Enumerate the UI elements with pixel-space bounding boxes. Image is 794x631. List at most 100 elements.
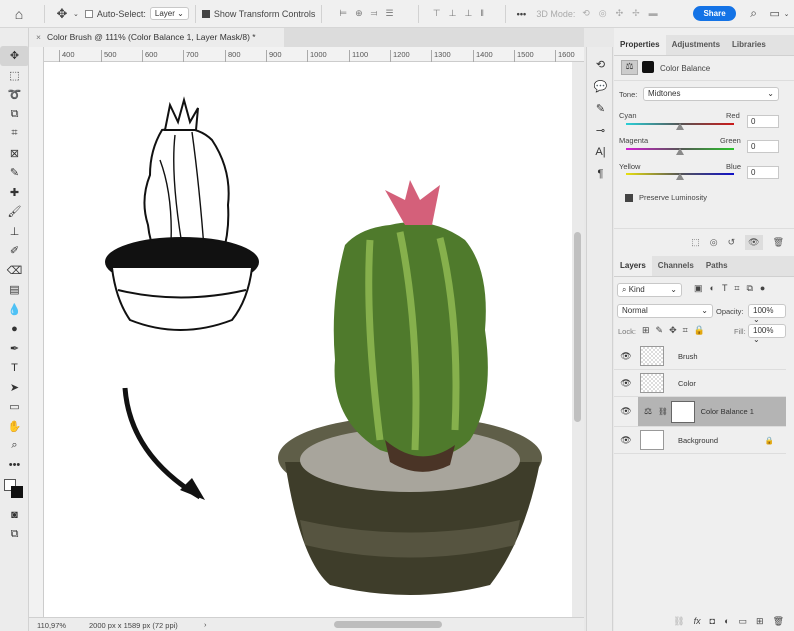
cyan-red-value[interactable]: 0 bbox=[747, 115, 779, 128]
tab-libraries[interactable]: Libraries bbox=[726, 35, 772, 55]
layer-mask-thumbnail[interactable] bbox=[670, 400, 695, 423]
lock-icons[interactable]: ⊞✎✥⌗🔒 bbox=[642, 325, 711, 336]
distribute-icons[interactable]: ⊤⊥⊥‖ bbox=[425, 4, 499, 24]
blur-tool-icon[interactable]: 💧 bbox=[0, 300, 29, 320]
color-balance-icon[interactable]: ⚖ bbox=[621, 60, 638, 75]
workspace-icon[interactable]: ▭ bbox=[766, 4, 784, 24]
tone-dropdown[interactable]: Midtones ⌄ bbox=[643, 87, 779, 101]
layer-row[interactable]: 👁 Background 🔒 bbox=[614, 427, 786, 454]
adjustment-icon[interactable]: ⊸ bbox=[587, 119, 614, 141]
document-tab[interactable]: × Color Brush @ 111% (Color Balance 1, La… bbox=[29, 28, 284, 47]
magenta-green-value[interactable]: 0 bbox=[747, 140, 779, 153]
type-tool-icon[interactable]: T bbox=[0, 358, 29, 378]
new-layer-icon[interactable]: ⊞ bbox=[756, 616, 764, 627]
dodge-tool-icon[interactable]: ● bbox=[0, 319, 29, 339]
slider-thumb[interactable] bbox=[676, 148, 684, 155]
eyedropper-tool-icon[interactable]: ✎ bbox=[0, 163, 29, 183]
link-layers-icon[interactable]: ⛓ bbox=[673, 616, 684, 627]
kind-filter[interactable]: ⌕ Kind ⌄ bbox=[617, 283, 682, 297]
preserve-luminosity-checkbox[interactable] bbox=[625, 194, 633, 202]
slider-thumb[interactable] bbox=[676, 123, 684, 130]
tab-layers[interactable]: Layers bbox=[614, 256, 652, 276]
reset-icon[interactable]: ↺ bbox=[728, 237, 736, 248]
color-swatches[interactable] bbox=[0, 475, 29, 505]
cyan-red-slider[interactable] bbox=[626, 123, 734, 130]
brush-tool-icon[interactable]: 🖌 bbox=[0, 202, 29, 222]
chevron-down-icon[interactable]: ⌄ bbox=[73, 4, 79, 24]
layer-row[interactable]: 👁 Color bbox=[614, 370, 786, 397]
object-select-tool-icon[interactable]: ⧉ bbox=[0, 105, 29, 125]
history-icon[interactable]: ⟲ bbox=[587, 53, 614, 75]
hand-tool-icon[interactable]: ✋ bbox=[0, 417, 29, 437]
layer-row[interactable]: 👁 Brush bbox=[614, 343, 786, 370]
magenta-green-slider[interactable] bbox=[626, 148, 734, 155]
eye-icon[interactable]: 👁 bbox=[614, 406, 638, 417]
brush-settings-icon[interactable]: ✎ bbox=[587, 97, 614, 119]
mask-icon[interactable] bbox=[642, 61, 654, 73]
align-icons[interactable]: ⊨⊕⫤☰ bbox=[328, 4, 412, 24]
fx-icon[interactable]: fx bbox=[694, 616, 701, 626]
yellow-blue-value[interactable]: 0 bbox=[747, 166, 779, 179]
comments-icon[interactable]: 💬 bbox=[587, 75, 614, 97]
yellow-blue-slider[interactable] bbox=[626, 173, 734, 180]
frame-tool-icon[interactable]: ⊠ bbox=[0, 144, 29, 164]
auto-select-checkbox[interactable] bbox=[84, 9, 93, 18]
3d-tools-icons[interactable]: ⟲◎✣✢▬ bbox=[575, 4, 673, 24]
crop-tool-icon[interactable]: ⌗ bbox=[0, 124, 29, 144]
show-transform-checkbox[interactable] bbox=[201, 9, 210, 18]
delete-icon[interactable]: 🗑 bbox=[773, 237, 784, 248]
tab-paths[interactable]: Paths bbox=[700, 256, 734, 276]
zoom-tool-icon[interactable]: ⌕ bbox=[0, 436, 29, 456]
scroll-thumb[interactable] bbox=[574, 232, 581, 422]
link-icon[interactable]: ⛓ bbox=[658, 407, 668, 416]
move-tool-icon[interactable]: ✥ bbox=[51, 4, 73, 24]
search-icon[interactable]: ⌕ bbox=[742, 4, 766, 24]
stamp-tool-icon[interactable]: ⊥ bbox=[0, 222, 29, 242]
horizontal-scrollbar[interactable] bbox=[334, 621, 442, 628]
add-mask-icon[interactable]: ◘ bbox=[710, 616, 715, 626]
path-select-icon[interactable]: ➤ bbox=[0, 378, 29, 398]
tab-properties[interactable]: Properties bbox=[614, 35, 666, 55]
eye-icon[interactable]: 👁 bbox=[614, 435, 638, 446]
move-tool-icon[interactable]: ✥ bbox=[0, 46, 29, 66]
view-previous-icon[interactable]: ◎ bbox=[710, 237, 718, 248]
zoom-level[interactable]: 110,97% bbox=[37, 621, 66, 630]
quick-mask-icon[interactable]: ◙ bbox=[0, 505, 29, 525]
chevron-down-icon[interactable]: ⌄ bbox=[784, 4, 790, 24]
tab-adjustments[interactable]: Adjustments bbox=[666, 35, 726, 55]
visibility-icon[interactable]: 👁 bbox=[745, 234, 763, 250]
chevron-right-icon[interactable]: › bbox=[204, 620, 207, 629]
shape-tool-icon[interactable]: ▭ bbox=[0, 397, 29, 417]
pen-tool-icon[interactable]: ✒ bbox=[0, 339, 29, 359]
history-brush-icon[interactable]: ✐ bbox=[0, 241, 29, 261]
document-canvas[interactable] bbox=[44, 62, 572, 617]
more-icon[interactable]: ••• bbox=[512, 4, 530, 24]
layer-row-selected[interactable]: 👁 ⚖ ⛓ Color Balance 1 bbox=[614, 397, 786, 427]
more-tools-icon[interactable]: ••• bbox=[0, 456, 29, 476]
gradient-tool-icon[interactable]: ▤ bbox=[0, 280, 29, 300]
auto-select-dropdown[interactable]: Layer ⌄ bbox=[149, 7, 189, 20]
lasso-tool-icon[interactable]: ➰ bbox=[0, 85, 29, 105]
healing-tool-icon[interactable]: ✚ bbox=[0, 183, 29, 203]
close-tab-icon[interactable]: × bbox=[36, 32, 41, 42]
fill-field[interactable]: 100% ⌄ bbox=[748, 324, 786, 344]
share-button[interactable]: Share bbox=[693, 6, 736, 21]
home-icon[interactable]: ⌂ bbox=[0, 4, 38, 24]
blend-mode-dropdown[interactable]: Normal ⌄ bbox=[617, 304, 713, 318]
eraser-tool-icon[interactable]: ⌫ bbox=[0, 261, 29, 281]
character-icon[interactable]: A| bbox=[587, 141, 614, 163]
adjustment-layer-icon[interactable]: ◐ bbox=[724, 616, 729, 626]
opacity-field[interactable]: 100% ⌄ bbox=[748, 304, 786, 324]
tab-channels[interactable]: Channels bbox=[652, 256, 700, 276]
eye-icon[interactable]: 👁 bbox=[614, 378, 638, 389]
clip-to-layer-icon[interactable]: ⬚ bbox=[691, 237, 700, 248]
filter-icons[interactable]: ▣◐T⌗⧉● bbox=[694, 283, 772, 294]
marquee-tool-icon[interactable]: ⬚ bbox=[0, 66, 29, 86]
slider-thumb[interactable] bbox=[676, 173, 684, 180]
screen-mode-icon[interactable]: ⧉ bbox=[0, 525, 29, 545]
group-icon[interactable]: ▭ bbox=[739, 616, 748, 627]
delete-layer-icon[interactable]: 🗑 bbox=[773, 616, 784, 627]
vertical-scrollbar[interactable] bbox=[572, 62, 584, 617]
eye-icon[interactable]: 👁 bbox=[614, 351, 638, 362]
paragraph-icon[interactable]: ¶ bbox=[587, 163, 614, 185]
